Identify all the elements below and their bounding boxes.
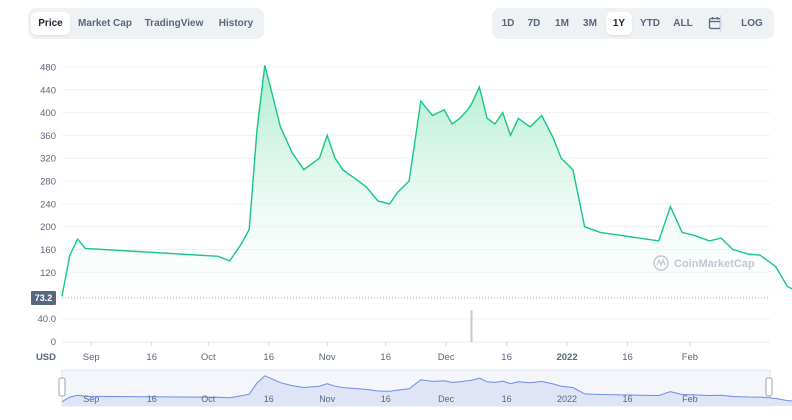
y-tick-label: 480 — [40, 63, 56, 74]
coinmarketcap-logo-icon — [653, 255, 669, 271]
y-tick-label: 400 — [40, 108, 56, 119]
y-tick-label: 440 — [40, 85, 56, 96]
price-line — [61, 65, 792, 297]
x-tick-label: Sep — [83, 352, 100, 363]
y-tick-label: 240 — [40, 199, 56, 210]
navigator-x-label: Dec — [438, 394, 455, 404]
currency-label: USD — [36, 352, 56, 363]
navigator-x-label: 16 — [381, 394, 391, 404]
current-price-label: 73.2 — [35, 293, 53, 303]
volume-bar — [470, 310, 473, 342]
x-tick-label: Nov — [319, 352, 336, 363]
navigator-x-label: Sep — [83, 394, 99, 404]
log-scale-toggle[interactable]: LOG — [736, 12, 768, 35]
range-1d[interactable]: 1D — [494, 12, 522, 35]
x-tick-label: Feb — [682, 352, 698, 363]
navigator-x-label: Nov — [319, 394, 336, 404]
y-tick-label: 360 — [40, 131, 56, 142]
x-tick-label: 16 — [146, 352, 157, 363]
x-tick-label: 2022 — [556, 352, 577, 363]
time-range-selector: 1D 7D 1M 3M 1Y YTD ALL LOG — [492, 8, 774, 39]
range-3m[interactable]: 3M — [576, 12, 604, 35]
navigator-x-label: Feb — [682, 394, 698, 404]
range-all[interactable]: ALL — [668, 12, 698, 35]
range-1m[interactable]: 1M — [548, 12, 576, 35]
navigator-right-handle[interactable] — [765, 377, 773, 397]
watermark: CoinMarketCap — [653, 255, 755, 271]
navigator-x-label: 16 — [147, 394, 157, 404]
x-tick-label: 16 — [501, 352, 512, 363]
navigator-x-label: 16 — [264, 394, 274, 404]
x-tick-label: 16 — [380, 352, 391, 363]
price-area — [62, 65, 792, 310]
range-7d[interactable]: 7D — [520, 12, 548, 35]
x-tick-label: 16 — [263, 352, 274, 363]
tab-market-cap[interactable]: Market Cap — [74, 12, 136, 35]
x-tick-label: Dec — [438, 352, 455, 363]
tab-history[interactable]: History — [212, 12, 260, 35]
y-tick-label: 160 — [40, 245, 56, 256]
volume-tick-label: 0 — [51, 337, 56, 348]
navigator-x-label: 16 — [622, 394, 632, 404]
navigator-x-label: 16 — [502, 394, 512, 404]
navigator-left-handle[interactable] — [58, 377, 66, 397]
chart-type-tabs: Price Market Cap TradingView History — [28, 8, 264, 39]
tab-price[interactable]: Price — [31, 12, 70, 35]
range-divider — [720, 15, 721, 32]
navigator-x-label: 2022 — [557, 394, 577, 404]
range-navigator[interactable]: Sep 16 Oct 16 Nov 16 Dec 16 2022 16 Feb — [58, 369, 792, 407]
y-tick-label: 280 — [40, 177, 56, 188]
x-tick-label: 16 — [622, 352, 633, 363]
navigator-x-label: Oct — [201, 394, 216, 404]
y-tick-label: 120 — [40, 268, 56, 279]
volume-tick-label: 40.0 — [38, 314, 57, 325]
range-1y[interactable]: 1Y — [606, 12, 632, 35]
range-ytd[interactable]: YTD — [634, 12, 666, 35]
y-tick-label: 320 — [40, 154, 56, 165]
y-tick-label: 200 — [40, 222, 56, 233]
watermark-text: CoinMarketCap — [674, 258, 755, 270]
volume-area: 40.0 0 — [38, 310, 770, 348]
price-chart[interactable]: 120160200240280320360400440480 CoinMarke… — [0, 0, 792, 420]
current-price-tag: 73.2 — [31, 291, 56, 305]
x-tick-label: Oct — [201, 352, 216, 363]
calendar-icon[interactable] — [702, 12, 728, 35]
tab-tradingview[interactable]: TradingView — [140, 12, 208, 35]
